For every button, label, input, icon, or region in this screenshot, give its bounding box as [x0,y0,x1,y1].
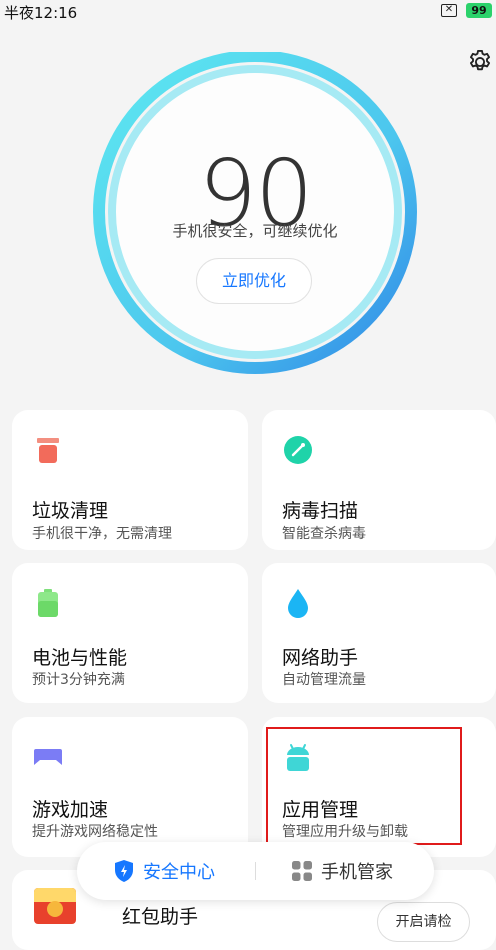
card-virus-scan[interactable]: 病毒扫描 智能查杀病毒 [262,410,496,550]
tab-divider [255,862,256,880]
battery-icon [38,589,58,617]
card-title: 垃圾清理 [32,500,109,522]
card-title: 红包助手 [122,906,199,928]
card-title: 应用管理 [282,799,359,821]
tab-label: 手机管家 [321,862,393,883]
card-subtitle: 管理应用升级与卸载 [282,824,408,840]
settings-gear-icon[interactable] [466,48,494,76]
card-subtitle: 手机很干净，无需清理 [32,526,172,542]
card-subtitle: 预计3分钟充满 [32,672,125,688]
gamepad-icon [34,749,62,765]
score-subtitle: 手机很安全，可继续优化 [172,222,338,240]
tab-phone-manager[interactable]: 手机管家 [291,842,393,900]
status-bar: 半夜12:16 ✕ 99 [0,0,496,22]
card-battery-performance[interactable]: 电池与性能 预计3分钟充满 [12,563,248,703]
card-app-management[interactable]: 应用管理 管理应用升级与卸载 [262,717,496,857]
android-icon [287,744,309,771]
security-score-panel: 90 手机很安全，可继续优化 立即优化 [90,50,420,382]
card-title: 电池与性能 [32,647,128,669]
virus-scan-icon [284,436,312,464]
card-title: 游戏加速 [32,799,109,821]
card-subtitle: 智能查杀病毒 [282,526,366,542]
card-subtitle: 自动管理流量 [282,672,366,688]
shield-icon [115,860,133,882]
no-sim-icon: ✕ [441,4,457,17]
bottom-tab-switcher: 安全中心 手机管家 [77,842,434,900]
tab-security-center[interactable]: 安全中心 [113,842,215,900]
card-junk-cleanup[interactable]: 垃圾清理 手机很干净，无需清理 [12,410,248,550]
enable-red-packet-button[interactable]: 开启请检 [377,902,470,942]
trash-icon [37,438,59,463]
card-subtitle: 提升游戏网络稳定性 [32,824,158,840]
battery-indicator: 99 [466,3,492,18]
card-game-boost[interactable]: 游戏加速 提升游戏网络稳定性 [12,717,248,857]
optimize-now-button[interactable]: 立即优化 [196,258,312,304]
grid-apps-icon [292,861,312,881]
card-title: 网络助手 [282,647,359,669]
card-network-assistant[interactable]: 网络助手 自动管理流量 [262,563,496,703]
status-time: 半夜12:16 [4,4,78,22]
red-packet-icon [34,888,76,924]
tab-label: 安全中心 [143,862,215,883]
card-title: 病毒扫描 [282,500,359,522]
water-drop-icon [288,589,308,618]
